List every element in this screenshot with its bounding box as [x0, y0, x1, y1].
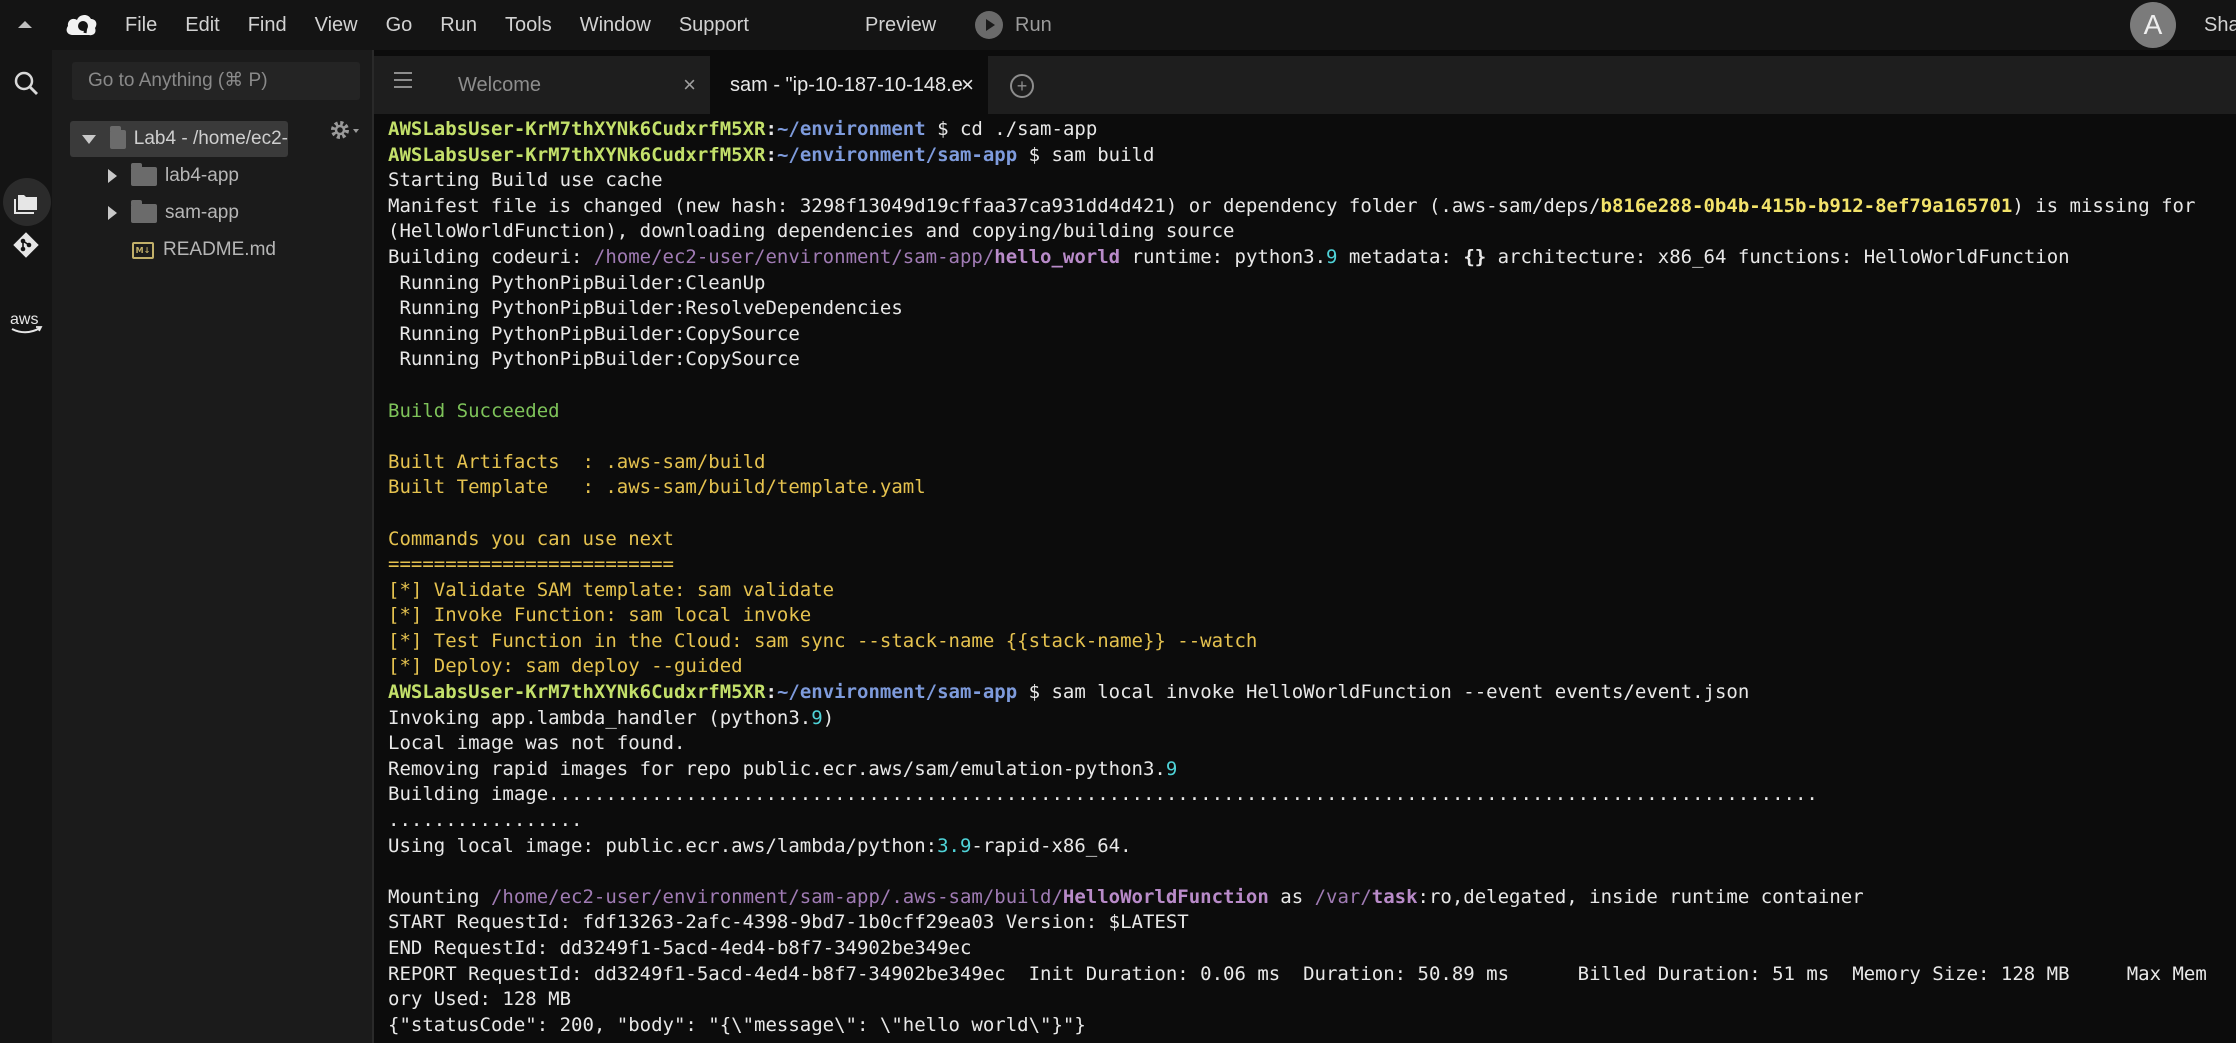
- user-name[interactable]: Sha: [2204, 0, 2236, 50]
- add-tab-icon[interactable]: +: [1010, 74, 1034, 98]
- terminal-line: Local image was not found.: [388, 732, 686, 755]
- tree-root-item[interactable]: Lab4 - /home/ec2-: [82, 125, 288, 153]
- activity-rail: aws: [0, 50, 52, 1043]
- terminal-line: [*] Deploy: sam deploy --guided: [388, 655, 743, 678]
- folders-icon: [14, 195, 37, 214]
- search-rail-button[interactable]: [0, 70, 52, 96]
- tree-item-lab4-app[interactable]: lab4-app: [108, 162, 239, 190]
- terminal-line: ory Used: 128 MB: [388, 988, 572, 1011]
- terminal-line: Built Template : .aws-sam/build/template…: [388, 476, 926, 499]
- tree-root-label: Lab4 - /home/ec2-: [133, 128, 288, 149]
- tab-bar: Welcome × sam - "ip-10-187-10-148.ec2.in…: [374, 56, 2236, 114]
- terminal-line: .................: [388, 809, 583, 832]
- folder-icon: [131, 199, 157, 223]
- environment-rail-button[interactable]: [0, 190, 52, 214]
- terminal-line: Using local image: public.ecr.aws/lambda…: [388, 834, 1132, 857]
- aws-rail-button[interactable]: aws: [0, 308, 52, 338]
- caret-down-icon: [82, 134, 96, 144]
- menu-run[interactable]: Run: [440, 14, 477, 37]
- caret-right-icon: [108, 206, 117, 220]
- main-menu: File Edit Find View Go Run Tools Window …: [125, 0, 777, 50]
- tree-item-label: README.md: [163, 239, 276, 260]
- terminal-line: Running PythonPipBuilder:CopySource: [388, 348, 800, 371]
- terminal-line: {"statusCode": 200, "body": "{\"message\…: [388, 1013, 1086, 1036]
- run-button[interactable]: Run: [975, 0, 1052, 50]
- tab-terminal[interactable]: sam - "ip-10-187-10-148.ec2.internal" ×: [710, 56, 988, 114]
- collapse-menu-icon[interactable]: [14, 14, 36, 36]
- close-icon[interactable]: ×: [683, 56, 696, 114]
- menu-find[interactable]: Find: [248, 14, 287, 37]
- cloud9-logo-icon[interactable]: [64, 10, 98, 40]
- tab-list-menu-icon[interactable]: [394, 72, 412, 93]
- terminal-line: START RequestId: fdf13263-2afc-4398-9bd7…: [388, 911, 1189, 934]
- menu-tools[interactable]: Tools: [505, 14, 552, 37]
- file-tree-panel: Go to Anything (⌘ P) Lab4 - /home/ec2- l…: [52, 50, 372, 1043]
- terminal-line: Starting Build use cache: [388, 169, 663, 192]
- terminal-line: Running PythonPipBuilder:ResolveDependen…: [388, 297, 903, 320]
- terminal-line: Commands you can use next: [388, 527, 674, 550]
- terminal-line: Running PythonPipBuilder:CopySource: [388, 322, 800, 345]
- terminal-line: END RequestId: dd3249f1-5acd-4ed4-b8f7-3…: [388, 937, 972, 959]
- terminal-line: =========================: [388, 553, 674, 576]
- menu-support[interactable]: Support: [679, 14, 749, 37]
- terminal-line: Running PythonPipBuilder:CleanUp: [388, 271, 766, 294]
- terminal-line: Built Artifacts : .aws-sam/build: [388, 450, 766, 473]
- tree-item-sam-app[interactable]: sam-app: [108, 199, 239, 227]
- menu-file[interactable]: File: [125, 14, 157, 37]
- terminal-line: (HelloWorldFunction), downloading depend…: [388, 220, 1235, 243]
- folder-icon: [131, 162, 157, 186]
- gear-icon[interactable]: [328, 118, 364, 142]
- play-icon: [975, 11, 1003, 39]
- avatar[interactable]: A: [2130, 2, 2176, 48]
- preview-button[interactable]: Preview: [865, 0, 936, 50]
- tab-label: sam - "ip-10-187-10-148.ec2.internal": [730, 74, 962, 96]
- editor-area: Welcome × sam - "ip-10-187-10-148.ec2.in…: [372, 50, 2236, 1043]
- tree-item-label: sam-app: [165, 202, 239, 223]
- markdown-file-icon: M↓: [132, 241, 154, 259]
- terminal-line: AWSLabsUser-KrM7thXYNk6CudxrfM5XR:~/envi…: [388, 143, 1155, 166]
- go-to-anything-input[interactable]: Go to Anything (⌘ P): [72, 62, 360, 100]
- terminal-output[interactable]: AWSLabsUser-KrM7thXYNk6CudxrfM5XR:~/envi…: [388, 117, 2234, 1037]
- aws-logo-icon: aws: [10, 311, 43, 334]
- search-icon: [14, 71, 38, 95]
- source-control-rail-button[interactable]: [0, 230, 52, 260]
- menu-window[interactable]: Window: [580, 14, 651, 37]
- caret-right-icon: [108, 169, 117, 183]
- terminal-line: [*] Test Function in the Cloud: sam sync…: [388, 629, 1258, 652]
- menu-edit[interactable]: Edit: [185, 14, 219, 37]
- tree-item-readme[interactable]: M↓ README.md: [132, 236, 276, 264]
- close-icon[interactable]: ×: [961, 56, 974, 114]
- tab-welcome[interactable]: Welcome ×: [424, 56, 710, 114]
- terminal-line: Building codeuri: /home/ec2-user/environ…: [388, 245, 2070, 268]
- git-icon: [13, 232, 39, 258]
- menu-bar: File Edit Find View Go Run Tools Window …: [0, 0, 2236, 50]
- folder-icon: [110, 125, 126, 149]
- svg-text:aws: aws: [10, 311, 38, 328]
- terminal-line: AWSLabsUser-KrM7thXYNk6CudxrfM5XR:~/envi…: [388, 118, 1098, 140]
- terminal-line: Build Succeeded: [388, 399, 560, 422]
- menu-view[interactable]: View: [315, 14, 358, 37]
- terminal-line: Building image..........................…: [388, 783, 1818, 806]
- menu-go[interactable]: Go: [386, 14, 413, 37]
- terminal-line: Manifest file is changed (new hash: 3298…: [388, 194, 2196, 217]
- terminal-line: [*] Validate SAM template: sam validate: [388, 578, 835, 601]
- tab-label: Welcome: [458, 74, 541, 96]
- terminal-line: REPORT RequestId: dd3249f1-5acd-4ed4-b8f…: [388, 962, 2207, 985]
- run-button-label: Run: [1015, 13, 1052, 36]
- terminal-line: AWSLabsUser-KrM7thXYNk6CudxrfM5XR:~/envi…: [388, 681, 1750, 704]
- terminal-line: Removing rapid images for repo public.ec…: [388, 757, 1178, 780]
- terminal-line: Invoking app.lambda_handler (python3.9): [388, 706, 835, 729]
- terminal-line: Mounting /home/ec2-user/environment/sam-…: [388, 885, 1864, 908]
- tree-item-label: lab4-app: [165, 165, 239, 186]
- terminal-line: [*] Invoke Function: sam local invoke: [388, 604, 812, 627]
